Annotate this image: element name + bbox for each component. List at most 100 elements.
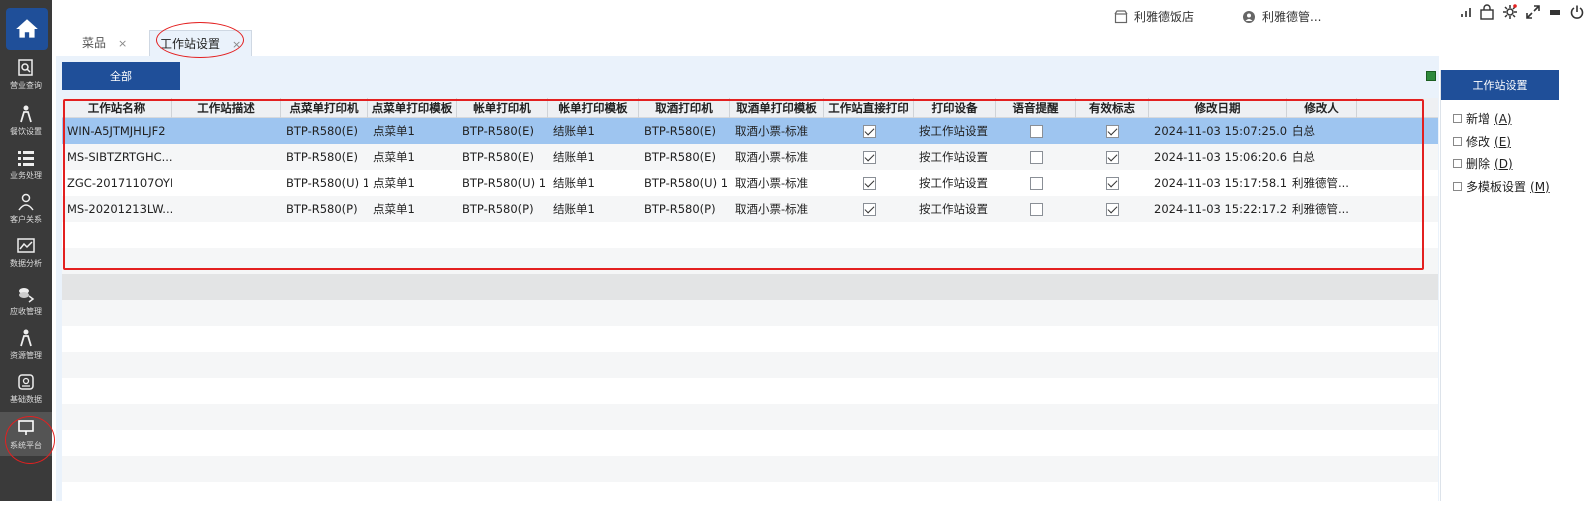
panel-title: 工作站设置 bbox=[1441, 70, 1559, 100]
column-header[interactable]: 工作站直接打印 bbox=[824, 98, 914, 118]
valid-checkbox[interactable] bbox=[1076, 170, 1149, 196]
column-header[interactable]: 工作站名称 bbox=[62, 98, 172, 118]
order_tpl-cell: 点菜单1 bbox=[373, 124, 415, 138]
column-header[interactable]: 打印设备 bbox=[914, 98, 996, 118]
tab-dishes[interactable]: 菜品 × bbox=[72, 30, 137, 56]
window-controls bbox=[1460, 4, 1585, 20]
empty-row[interactable] bbox=[62, 248, 1438, 274]
sidebar-item-resource-management[interactable]: 资源管理 bbox=[0, 322, 52, 366]
sidebar-item-data-analysis[interactable]: 数据分析 bbox=[0, 230, 52, 274]
column-header[interactable]: 帐单打印模板 bbox=[548, 98, 639, 118]
valid-checkbox[interactable] bbox=[1076, 144, 1149, 170]
column-header[interactable]: 修改日期 bbox=[1149, 98, 1287, 118]
checkbox[interactable] bbox=[1029, 177, 1043, 190]
table-row[interactable]: MS-SIBTZRTGHC... BTP-R580(E) 点菜单1 BTP-R580(… bbox=[62, 144, 1438, 170]
direct-checkbox[interactable] bbox=[824, 170, 914, 196]
empty-row[interactable] bbox=[62, 326, 1438, 352]
empty-row[interactable] bbox=[62, 300, 1438, 326]
excel-export-icon[interactable] bbox=[1426, 71, 1436, 81]
delete-button[interactable]: 删除 (D) bbox=[1453, 155, 1513, 172]
sidebar-item-customer-relations[interactable]: 客户关系 bbox=[0, 186, 52, 230]
database-icon bbox=[18, 373, 34, 390]
valid-checkbox[interactable] bbox=[1076, 196, 1149, 222]
minimize-icon[interactable] bbox=[1548, 5, 1562, 19]
table-row[interactable]: WIN-A5JTMJHLJF2 BTP-R580(E) 点菜单1 BTP-R580(E… bbox=[62, 118, 1438, 144]
line-chart-icon bbox=[17, 237, 35, 253]
checkbox[interactable] bbox=[1029, 125, 1043, 138]
checkbox[interactable] bbox=[1106, 125, 1119, 138]
voice-checkbox[interactable] bbox=[996, 170, 1076, 196]
direct-checkbox[interactable] bbox=[824, 196, 914, 222]
home-button[interactable] bbox=[6, 8, 48, 50]
table-row[interactable]: MS-20201213LW... BTP-R580(P) 点菜单1 BTP-R580(… bbox=[62, 196, 1438, 222]
checkbox[interactable] bbox=[1106, 177, 1119, 190]
all-filter-button[interactable]: 全部 bbox=[62, 62, 180, 90]
sidebar-item-business-query[interactable]: 营业查询 bbox=[0, 52, 52, 96]
column-header[interactable]: 取酒打印机 bbox=[639, 98, 730, 118]
tab-label: 工作站设置 bbox=[160, 37, 221, 51]
empty-row[interactable] bbox=[62, 430, 1438, 456]
order_printer-cell: BTP-R580(E) bbox=[286, 124, 358, 138]
device-cell: 按工作站设置 bbox=[919, 202, 988, 216]
checkbox[interactable] bbox=[1106, 151, 1119, 164]
user-menu[interactable]: 利雅德管... bbox=[1242, 8, 1321, 25]
tab-workstation-settings[interactable]: 工作站设置 × bbox=[149, 30, 253, 56]
voice-checkbox[interactable] bbox=[996, 118, 1076, 144]
column-header[interactable]: 点菜单打印机 bbox=[281, 98, 368, 118]
checkbox[interactable] bbox=[1106, 203, 1119, 216]
sidebar-item-base-data[interactable]: 基础数据 bbox=[0, 366, 52, 410]
expand-icon[interactable] bbox=[1525, 4, 1541, 20]
voice-checkbox[interactable] bbox=[996, 196, 1076, 222]
empty-row[interactable] bbox=[62, 222, 1438, 248]
tab-label: 菜品 bbox=[82, 36, 107, 50]
empty-row[interactable] bbox=[62, 456, 1438, 482]
table-row[interactable]: ZGC-20171107OYI BTP-R580(U) 1 点菜单1 BTP-R580… bbox=[62, 170, 1438, 196]
store-selector[interactable]: 利雅德饭店 bbox=[1114, 8, 1194, 25]
close-icon[interactable]: × bbox=[118, 37, 127, 50]
valid-checkbox[interactable] bbox=[1076, 118, 1149, 144]
column-header[interactable]: 取酒单打印模板 bbox=[730, 98, 824, 118]
order_tpl-cell: 点菜单1 bbox=[373, 202, 415, 216]
sidebar-item-label: 业务处理 bbox=[10, 170, 42, 180]
lock-icon[interactable] bbox=[1479, 4, 1495, 20]
sidebar-item-receivables[interactable]: 应收管理 bbox=[0, 278, 52, 322]
checkbox[interactable] bbox=[862, 125, 876, 138]
column-header[interactable]: 点菜单打印模板 bbox=[368, 98, 457, 118]
checkbox[interactable] bbox=[862, 203, 876, 216]
empty-row[interactable] bbox=[62, 378, 1438, 404]
sidebar-item-dining-settings[interactable]: 餐饮设置 bbox=[0, 98, 52, 142]
date-cell: 2024-11-03 15:07:25.0... bbox=[1154, 124, 1287, 138]
by-cell: 白总 bbox=[1292, 150, 1315, 164]
wine_printer-cell: BTP-R580(P) bbox=[644, 202, 716, 216]
direct-checkbox[interactable] bbox=[824, 144, 914, 170]
column-header[interactable]: 有效标志 bbox=[1076, 98, 1149, 118]
sidebar-item-system-platform[interactable]: 系统平台 bbox=[0, 412, 52, 456]
column-header[interactable]: 修改人 bbox=[1287, 98, 1357, 118]
empty-row[interactable] bbox=[62, 482, 1438, 508]
store-name: 利雅德饭店 bbox=[1134, 10, 1195, 24]
power-icon[interactable] bbox=[1569, 4, 1585, 20]
checkbox[interactable] bbox=[862, 151, 876, 164]
person-settings-icon bbox=[20, 105, 32, 122]
checkbox[interactable] bbox=[862, 177, 876, 190]
workstation-table: 工作站名称 工作站描述 点菜单打印机 点菜单打印模板 帐单打印机 帐单打印模板 取酒打印机取… bbox=[62, 98, 1438, 508]
by-cell: 白总 bbox=[1292, 124, 1315, 138]
empty-row[interactable] bbox=[62, 274, 1438, 300]
column-header[interactable]: 语音提醒 bbox=[996, 98, 1076, 118]
direct-checkbox[interactable] bbox=[824, 118, 914, 144]
empty-row[interactable] bbox=[62, 352, 1438, 378]
column-header[interactable]: 工作站描述 bbox=[172, 98, 281, 118]
add-button[interactable]: 新增 (A) bbox=[1453, 110, 1512, 127]
edit-button[interactable]: 修改 (E) bbox=[1453, 133, 1511, 150]
sidebar-item-business-processing[interactable]: 业务处理 bbox=[0, 142, 52, 186]
sidebar-item-label: 资源管理 bbox=[10, 350, 42, 360]
multi-template-button[interactable]: 多模板设置 (M) bbox=[1453, 178, 1550, 195]
date-cell: 2024-11-03 15:17:58.1... bbox=[1154, 176, 1287, 190]
checkbox[interactable] bbox=[1029, 203, 1043, 216]
column-header[interactable]: 帐单打印机 bbox=[457, 98, 548, 118]
checkbox[interactable] bbox=[1029, 151, 1043, 164]
close-icon[interactable]: × bbox=[232, 38, 241, 51]
voice-checkbox[interactable] bbox=[996, 144, 1076, 170]
gear-icon[interactable] bbox=[1502, 4, 1518, 20]
empty-row[interactable] bbox=[62, 404, 1438, 430]
